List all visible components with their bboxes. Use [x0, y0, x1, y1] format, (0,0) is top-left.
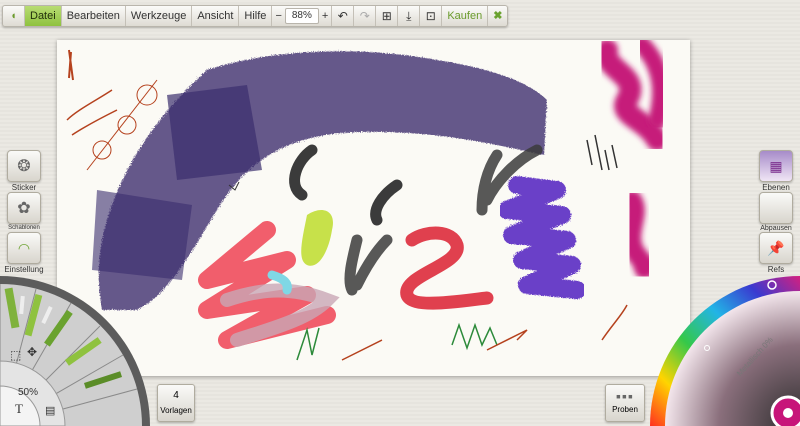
- zoom-control: − 88% +: [272, 6, 333, 26]
- orange-line: [341, 329, 528, 361]
- artwork: [66, 40, 671, 361]
- layers-icon: ▦: [769, 157, 783, 174]
- grey-stroke: [289, 144, 318, 201]
- selection-icon[interactable]: ⬚: [10, 348, 21, 362]
- zoom-in-button[interactable]: +: [322, 6, 328, 26]
- black-scribble: [586, 134, 618, 171]
- einstellung-label: Einstellung: [4, 265, 44, 274]
- lime-blob: [301, 210, 333, 266]
- magenta-stroke: [621, 190, 657, 280]
- undo-icon[interactable]: ↶: [332, 6, 355, 26]
- orange-scribble: [68, 49, 74, 81]
- kaufen-button[interactable]: Kaufen: [442, 6, 489, 26]
- ebenen-label: Ebenen: [762, 183, 790, 192]
- settings-arc-icon: ◠: [17, 239, 31, 256]
- abpausen-label: Abpausen: [760, 225, 792, 232]
- green-grass-stroke: [296, 322, 498, 361]
- grey-stroke: [344, 234, 393, 296]
- orange-scribble: [66, 89, 118, 136]
- export-icon[interactable]: ⊡: [420, 6, 443, 26]
- magenta-stroke: [633, 40, 671, 129]
- close-icon[interactable]: ✖: [488, 6, 507, 26]
- pin-icon: 📌: [767, 239, 785, 256]
- einstellung-button[interactable]: ◠ Einstellung: [4, 232, 44, 274]
- zoom-value[interactable]: 88%: [284, 8, 319, 24]
- orange-line: [601, 304, 628, 341]
- red-s-stroke: [400, 226, 494, 310]
- sticker-icon: ❂: [17, 158, 31, 175]
- violet-zigzag: [498, 176, 586, 299]
- top-toolbar: ◖ Datei Bearbeiten Werkzeuge Ansicht Hil…: [2, 5, 509, 27]
- text-tool-icon[interactable]: T: [15, 401, 23, 416]
- download-icon[interactable]: ⤓: [398, 6, 421, 26]
- tool-zoom-value: 50%: [18, 387, 39, 398]
- menu-werkzeuge[interactable]: Werkzeuge: [126, 6, 193, 26]
- dark-purple-patch: [92, 190, 192, 280]
- fill-icon[interactable]: ▤: [45, 405, 55, 417]
- menu-ansicht[interactable]: Ansicht: [192, 6, 240, 26]
- schablonen-label: Schablonen: [8, 225, 40, 231]
- dark-purple-patch: [167, 85, 262, 180]
- menu-hilfe[interactable]: Hilfe: [239, 6, 273, 26]
- ebenen-button[interactable]: ▦ Ebenen: [756, 150, 796, 192]
- stencil-icon: ✿: [17, 200, 31, 217]
- transform-icon[interactable]: ✥: [27, 345, 37, 359]
- menu-bearbeiten[interactable]: Bearbeiten: [62, 6, 126, 26]
- abpausen-button[interactable]: Abpausen: [756, 192, 796, 232]
- color-picker-wheel[interactable]: [645, 276, 800, 426]
- zoom-out-button[interactable]: −: [275, 6, 281, 26]
- refs-button[interactable]: 📌 Refs: [756, 232, 796, 274]
- drawing-canvas[interactable]: [57, 40, 690, 376]
- vorlagen-button[interactable]: 4 Vorlagen: [157, 384, 195, 422]
- schablonen-button[interactable]: ✿ Schablonen: [4, 192, 44, 231]
- sticker-label: Sticker: [11, 183, 37, 192]
- swatches-icon: ▪▪▪: [616, 388, 634, 404]
- tool-wheel[interactable]: ⬚ ✥ T ▤: [0, 276, 150, 426]
- crop-icon[interactable]: ⊞: [376, 6, 399, 26]
- proben-label: Proben: [612, 405, 638, 414]
- power-icon[interactable]: ◖: [3, 6, 25, 26]
- sticker-button[interactable]: ❂ Sticker: [4, 150, 44, 192]
- redo-icon[interactable]: ↷: [354, 6, 377, 26]
- proben-button[interactable]: ▪▪▪ Proben: [605, 384, 645, 422]
- menu-datei[interactable]: Datei: [25, 6, 62, 26]
- refs-label: Refs: [767, 265, 785, 274]
- grey-stroke: [370, 179, 403, 226]
- vorlagen-label: Vorlagen: [160, 406, 192, 415]
- vorlagen-count: 4: [173, 390, 179, 401]
